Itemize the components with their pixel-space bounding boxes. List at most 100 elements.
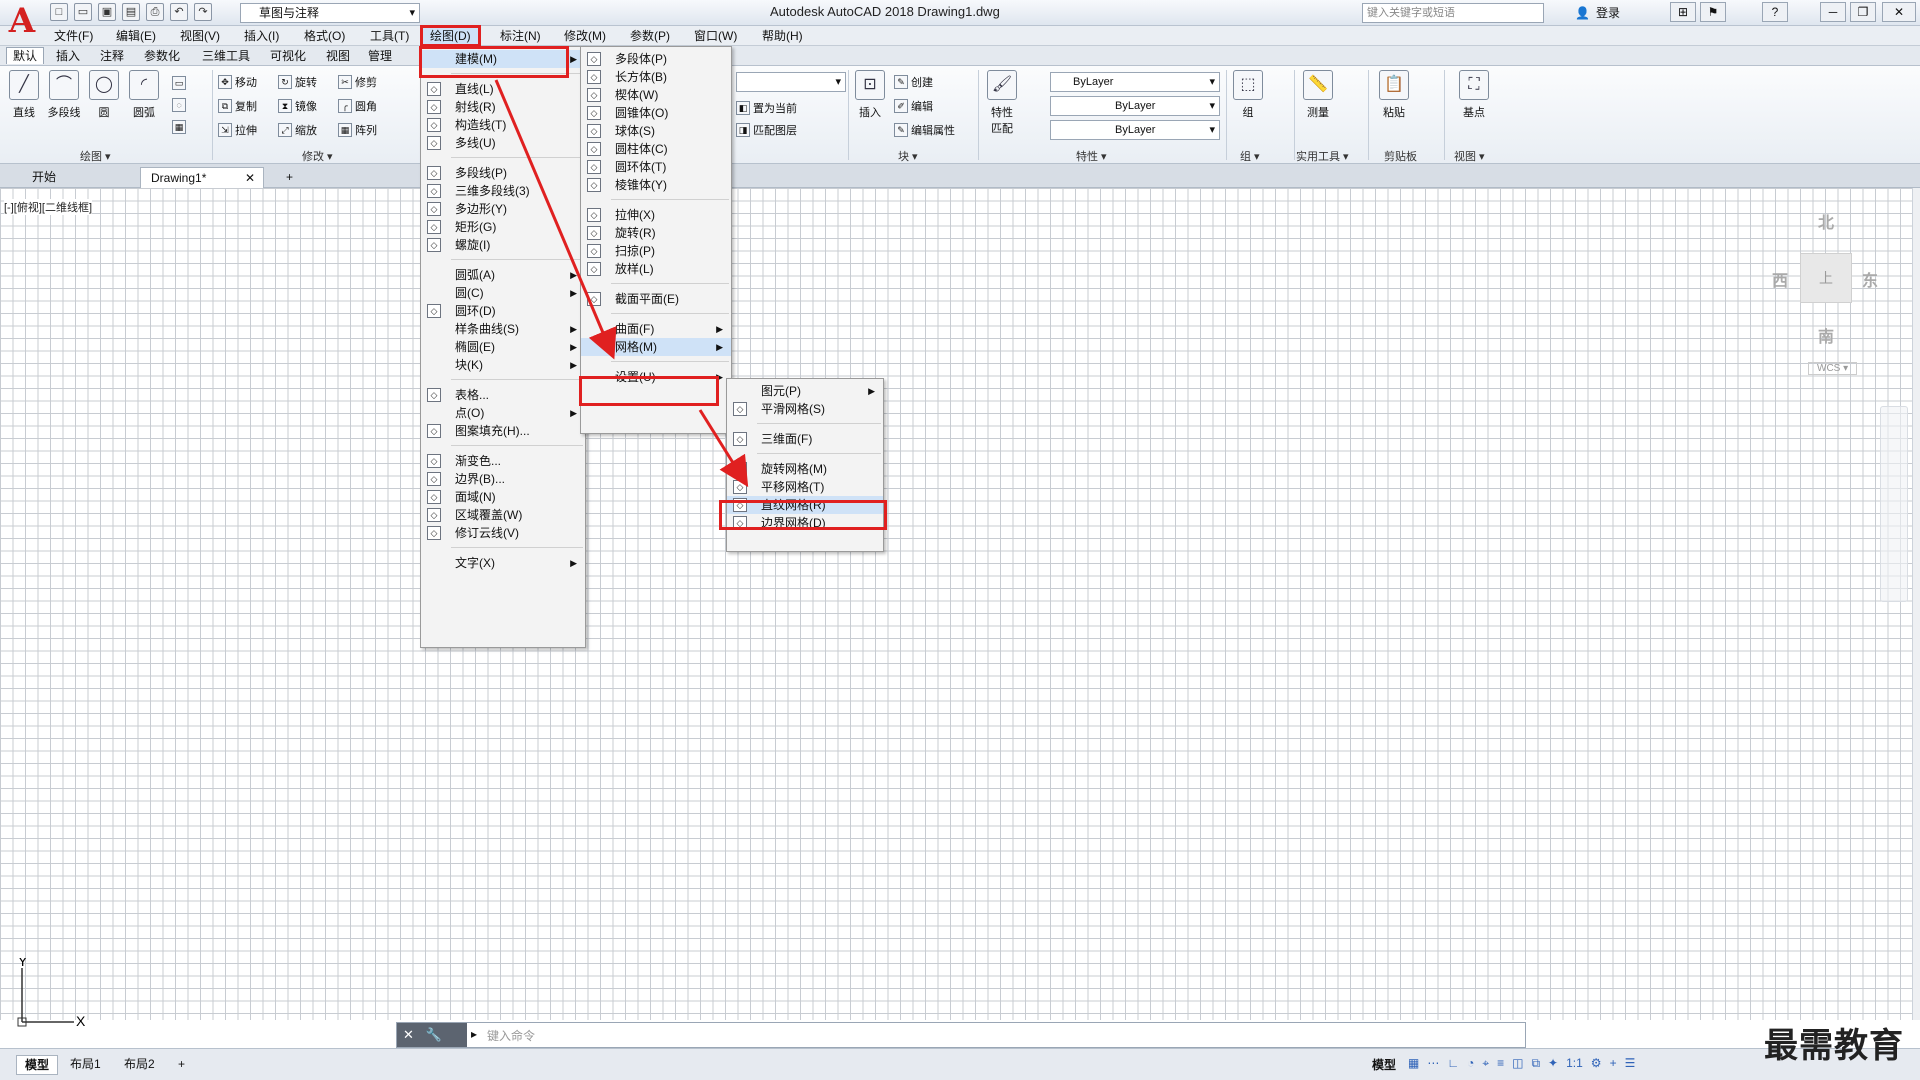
tab-annotate[interactable]: 注释: [94, 48, 130, 64]
measure-button[interactable]: 📏 测量: [1298, 70, 1338, 120]
draw-menu-item[interactable]: ◇ 边界(B)...: [421, 470, 585, 488]
draw-menu-item[interactable]: ◇ 三维多段线(3): [421, 182, 585, 200]
match-layer-button[interactable]: ◨ 匹配图层: [736, 122, 797, 138]
block-panel-title[interactable]: 块 ▾: [898, 148, 918, 164]
group-panel-title[interactable]: 组 ▾: [1240, 148, 1260, 164]
modeling-menu-item[interactable]: 曲面(F) ▶: [581, 320, 731, 338]
modeling-menu-item[interactable]: ◇ 多段体(P): [581, 50, 731, 68]
menu-insert[interactable]: 插入(I): [238, 28, 285, 44]
tab-view[interactable]: 视图: [320, 48, 356, 64]
annotation-icon[interactable]: ✦: [1548, 1056, 1558, 1071]
new-layout-button[interactable]: +: [170, 1055, 193, 1073]
lineweight-combo[interactable]: ByLayer: [1050, 120, 1220, 140]
selection-cycling-icon[interactable]: ⧉: [1531, 1056, 1540, 1071]
layer-combo[interactable]: [736, 72, 846, 92]
array-button[interactable]: ▦ 阵列: [338, 122, 377, 138]
edit-attribute-button[interactable]: ✎ 编辑属性: [894, 122, 955, 138]
view-panel-title[interactable]: 视图 ▾: [1454, 148, 1485, 164]
match-properties-button[interactable]: 🖌 特性 匹配: [984, 70, 1020, 136]
copy-button[interactable]: ⧉ 复制: [218, 98, 257, 114]
drawing-canvas[interactable]: [0, 188, 1912, 1020]
draw-menu-item[interactable]: 建模(M) ▶: [421, 50, 585, 68]
osnap-icon[interactable]: ⌖: [1482, 1056, 1489, 1071]
modeling-menu-item[interactable]: ◇ 球体(S): [581, 122, 731, 140]
new-tab-button[interactable]: +: [276, 167, 303, 188]
draw-panel-title[interactable]: 绘图 ▾: [80, 148, 111, 164]
rectangle-tool[interactable]: ▭: [172, 76, 186, 90]
scale-button[interactable]: ⤢ 缩放: [278, 122, 317, 138]
command-line[interactable]: ✕ 🔧 ▸ 键入命令: [396, 1022, 1526, 1048]
close-button[interactable]: ✕: [1882, 2, 1916, 22]
menu-tools[interactable]: 工具(T): [364, 28, 415, 44]
model-space-toggle[interactable]: 模型: [1372, 1056, 1396, 1073]
group-button[interactable]: ⬚ 组: [1230, 70, 1266, 120]
menu-edit[interactable]: 编辑(E): [110, 28, 162, 44]
lineweight-icon[interactable]: ≡: [1497, 1056, 1504, 1071]
color-combo[interactable]: ByLayer: [1050, 72, 1220, 92]
customize-icon[interactable]: ☰: [1625, 1056, 1636, 1071]
viewcube-north[interactable]: 北: [1818, 209, 1834, 233]
menu-view[interactable]: 视图(V): [174, 28, 226, 44]
properties-panel-title[interactable]: 特性 ▾: [1076, 148, 1107, 164]
command-history-icon[interactable]: ▸: [471, 1027, 477, 1041]
close-tab-icon[interactable]: ✕: [245, 168, 255, 188]
modify-panel-title[interactable]: 修改 ▾: [302, 148, 333, 164]
rotate-button[interactable]: ↻ 旋转: [278, 74, 317, 90]
menu-format[interactable]: 格式(O): [298, 28, 351, 44]
draw-menu-item[interactable]: ◇ 图案填充(H)...: [421, 422, 585, 440]
draw-menu-item[interactable]: ◇ 射线(R): [421, 98, 585, 116]
viewport-controls[interactable]: [-][俯视][二维线框]: [4, 199, 92, 215]
save-icon[interactable]: ▣: [98, 3, 116, 21]
draw-menu-item[interactable]: ◇ 多线(U): [421, 134, 585, 152]
command-line-tools[interactable]: ✕ 🔧: [397, 1023, 467, 1047]
menu-parametric[interactable]: 参数(P): [624, 28, 676, 44]
tab-visualize[interactable]: 可视化: [264, 48, 312, 64]
draw-menu-item[interactable]: 块(K) ▶: [421, 356, 585, 374]
new-icon[interactable]: □: [50, 3, 68, 21]
menu-draw[interactable]: 绘图(D): [420, 25, 481, 47]
print-icon[interactable]: ⎙: [146, 3, 164, 21]
tab-parametric[interactable]: 参数化: [138, 48, 186, 64]
restore-button[interactable]: ❐: [1850, 2, 1876, 22]
draw-menu-item[interactable]: ◇ 螺旋(I): [421, 236, 585, 254]
workspace-selector[interactable]: 草图与注释: [240, 3, 420, 23]
cart-icon[interactable]: ⊞: [1670, 2, 1696, 22]
fillet-button[interactable]: ╭ 圆角: [338, 98, 377, 114]
tab-drawing1[interactable]: Drawing1* ✕: [140, 167, 264, 188]
menu-dimension[interactable]: 标注(N): [494, 28, 547, 44]
mesh-menu-item[interactable]: ◇ 平滑网格(S): [727, 400, 883, 418]
draw-menu-item[interactable]: ◇ 表格...: [421, 386, 585, 404]
draw-menu-item[interactable]: 点(O) ▶: [421, 404, 585, 422]
modeling-menu-item[interactable]: 网格(M) ▶: [581, 338, 731, 356]
minimize-button[interactable]: ─: [1820, 2, 1846, 22]
mesh-menu-item[interactable]: 图元(P) ▶: [727, 382, 883, 400]
draw-menu-item[interactable]: 椭圆(E) ▶: [421, 338, 585, 356]
set-current-button[interactable]: ◧ 置为当前: [736, 100, 797, 116]
login-area[interactable]: 👤 登录: [1575, 4, 1620, 21]
polyline-button[interactable]: ⌒ 多段线: [44, 70, 84, 120]
mesh-menu-item[interactable]: ◇ 旋转网格(M): [727, 460, 883, 478]
vertical-scrollbar[interactable]: [1912, 188, 1920, 1020]
viewcube[interactable]: 北 西 东 南 上 WCS ▾: [1770, 205, 1920, 385]
plus-icon[interactable]: +: [1610, 1056, 1617, 1071]
viewcube-east[interactable]: 东: [1862, 267, 1878, 291]
tab-default[interactable]: 默认: [6, 47, 45, 64]
mesh-menu-item[interactable]: ◇ 直纹网格(R): [727, 496, 883, 514]
help-button[interactable]: ?: [1762, 2, 1788, 22]
viewcube-south[interactable]: 南: [1818, 323, 1834, 347]
draw-menu-item[interactable]: 圆弧(A) ▶: [421, 266, 585, 284]
save-as-icon[interactable]: ▤: [122, 3, 140, 21]
menu-modify[interactable]: 修改(M): [558, 28, 612, 44]
command-input[interactable]: 键入命令: [487, 1027, 535, 1044]
modeling-menu-item[interactable]: ◇ 棱锥体(Y): [581, 176, 731, 194]
transparency-icon[interactable]: ◫: [1512, 1056, 1523, 1071]
clipboard-panel-title[interactable]: 剪贴板: [1384, 148, 1417, 164]
viewcube-face[interactable]: 上: [1800, 253, 1852, 303]
modeling-menu-item[interactable]: ◇ 放样(L): [581, 260, 731, 278]
utilities-panel-title[interactable]: 实用工具 ▾: [1296, 148, 1349, 164]
arc-button[interactable]: ◜ 圆弧: [126, 70, 162, 120]
modeling-menu-item[interactable]: ◇ 圆环体(T): [581, 158, 731, 176]
modeling-menu-item[interactable]: ◇ 拉伸(X): [581, 206, 731, 224]
base-point-button[interactable]: ⛶ 基点: [1456, 70, 1492, 120]
tab-manage[interactable]: 管理: [362, 48, 398, 64]
